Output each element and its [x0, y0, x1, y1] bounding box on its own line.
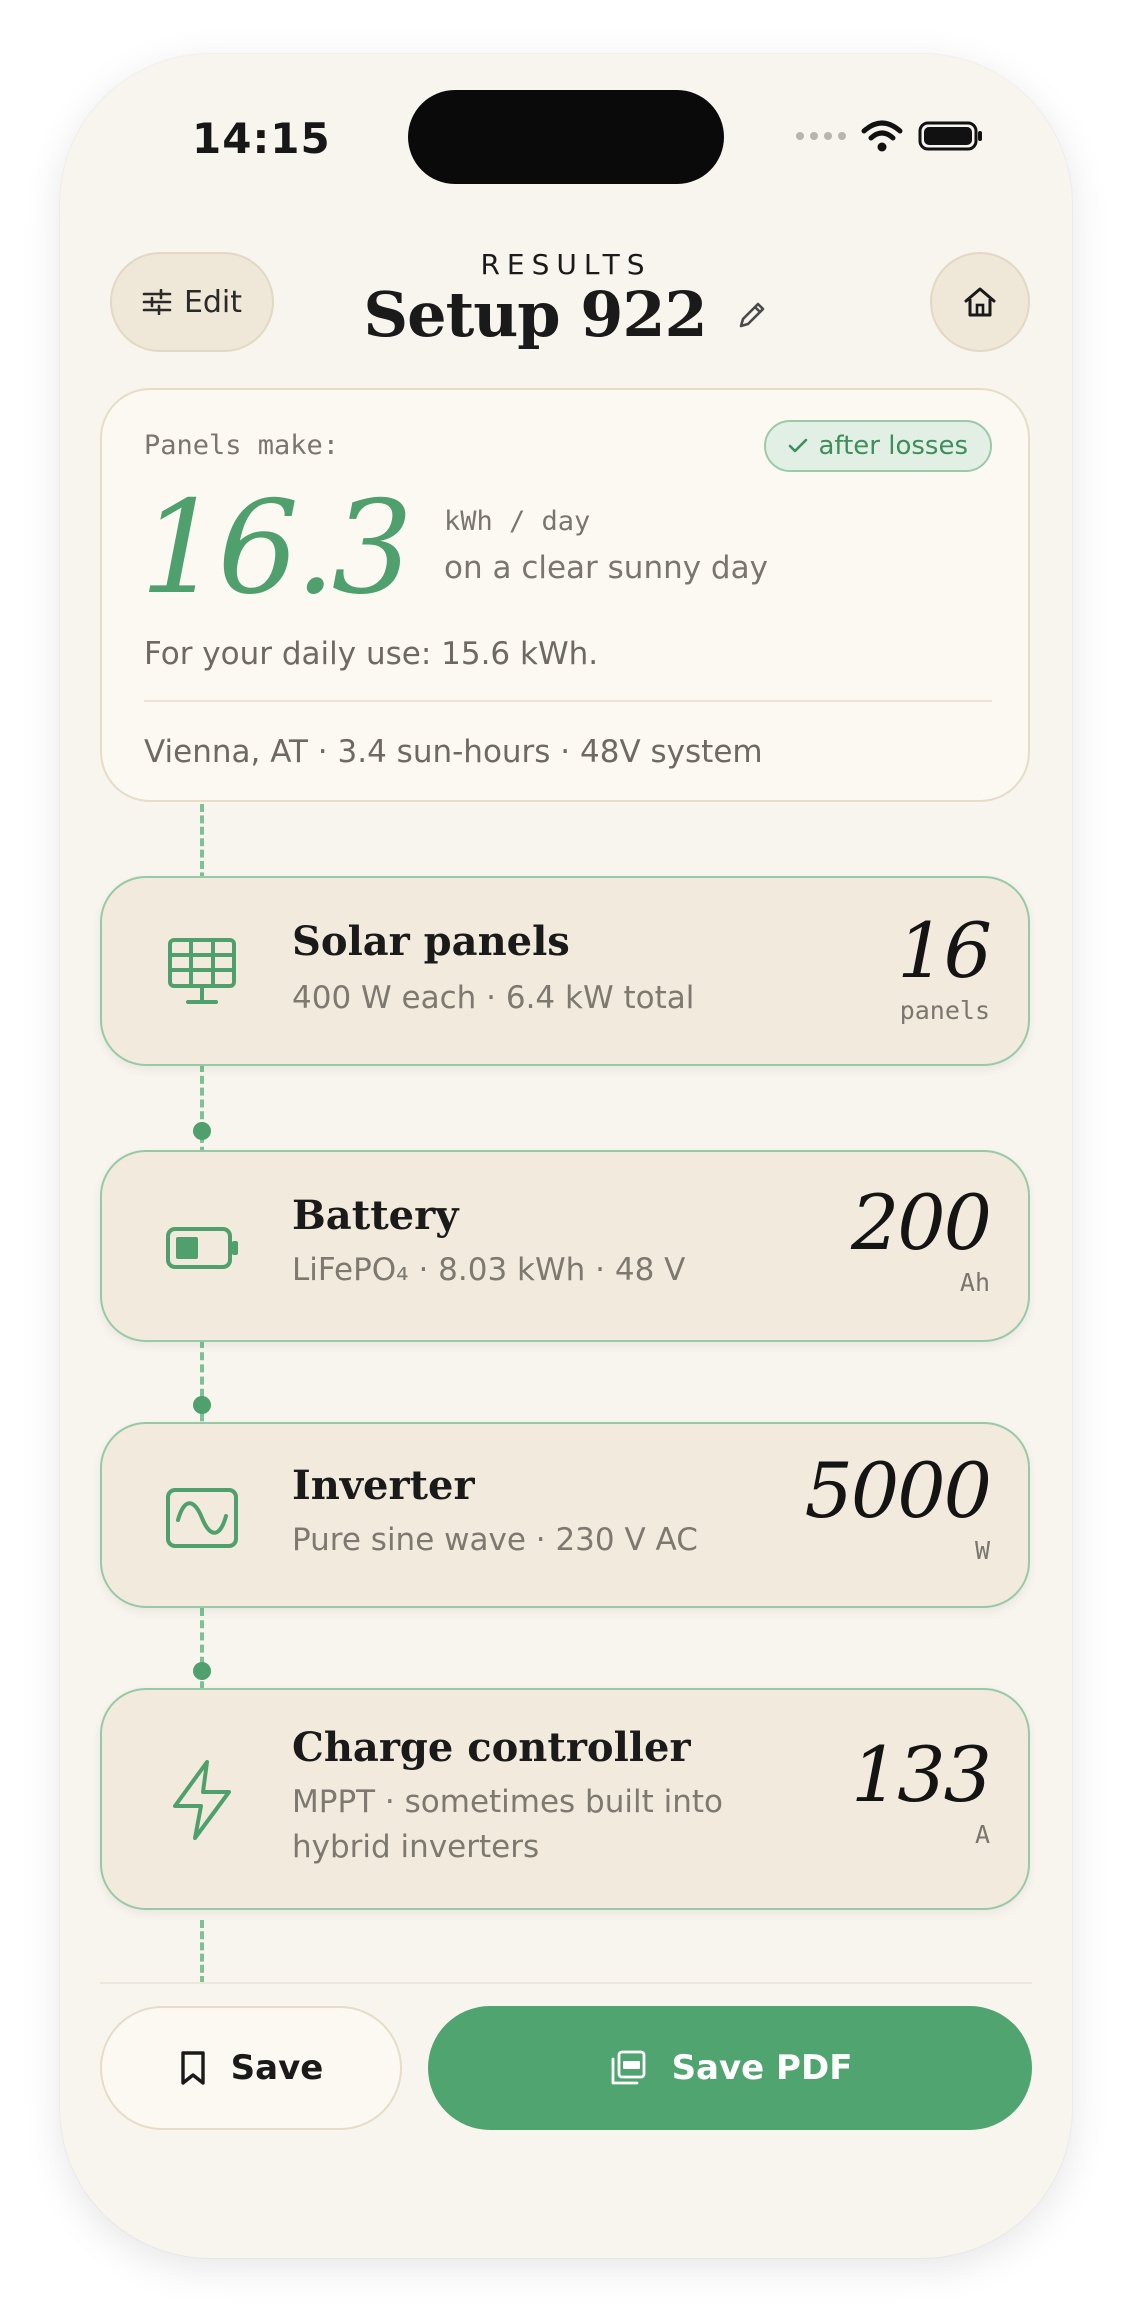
pdf-icon: [611, 2050, 645, 2085]
component-value: 133: [850, 1730, 992, 1819]
production-unit: kWh / day: [444, 506, 591, 537]
daily-production-value: 16.3: [140, 474, 413, 623]
check-icon: [789, 438, 808, 453]
flow-node: [193, 1662, 211, 1680]
production-summary-card: Panels make: after losses 16.3 kWh / day…: [100, 388, 1030, 802]
summary-label: Panels make:: [144, 430, 340, 461]
title-row: Setup 922: [60, 278, 1072, 351]
summary-divider: [144, 700, 992, 702]
component-card-inverter[interactable]: Inverter Pure sine wave · 230 V AC 5000 …: [100, 1422, 1030, 1608]
page-title: Setup 922: [363, 278, 707, 351]
save-pdf-button[interactable]: Save PDF: [428, 2006, 1032, 2130]
component-description: 400 W each · 6.4 kW total: [292, 980, 695, 1016]
component-unit: W: [974, 1536, 990, 1565]
phone-screen: 14:15 Edit RESULTS Setup 922 Panels make…: [60, 54, 1072, 2258]
after-losses-badge: after losses: [764, 420, 992, 472]
component-unit: A: [974, 1820, 990, 1849]
battery-status-icon: [918, 121, 982, 151]
flow-node: [193, 1396, 211, 1414]
component-title: Solar panels: [292, 918, 570, 965]
home-button[interactable]: [930, 252, 1030, 352]
lightning-icon: [162, 1760, 242, 1840]
home-icon: [964, 287, 996, 317]
save-pdf-label: Save PDF: [671, 2048, 853, 2088]
component-title: Charge controller: [292, 1724, 691, 1771]
pencil-icon[interactable]: [735, 298, 769, 332]
component-title: Inverter: [292, 1462, 475, 1509]
flow-connector: [200, 1920, 204, 1984]
component-description: LiFePO₄ · 8.03 kWh · 48 V: [292, 1252, 686, 1288]
component-card-solar-panels[interactable]: Solar panels 400 W each · 6.4 kW total 1…: [100, 876, 1030, 1066]
component-value: 5000: [804, 1446, 992, 1535]
flow-node: [193, 1122, 211, 1140]
component-card-battery[interactable]: Battery LiFePO₄ · 8.03 kWh · 48 V 200 Ah: [100, 1150, 1030, 1342]
component-unit: panels: [899, 996, 990, 1025]
status-icons: [796, 116, 984, 156]
daily-use-text: For your daily use: 15.6 kWh.: [144, 636, 599, 672]
cellular-signal-icon: [796, 132, 846, 140]
bottom-bar-divider: [100, 1982, 1032, 1984]
component-value: 16: [897, 906, 992, 995]
status-time: 14:15: [192, 114, 331, 163]
dynamic-island: [408, 90, 724, 184]
save-button[interactable]: Save: [100, 2006, 402, 2130]
save-label: Save: [230, 2048, 324, 2088]
location-line: Vienna, AT · 3.4 sun-hours · 48V system: [144, 734, 763, 770]
component-value: 200: [850, 1178, 992, 1267]
solar-panel-icon: [162, 932, 242, 1012]
component-description: MPPT · sometimes built into hybrid inver…: [292, 1784, 724, 1865]
wifi-icon: [861, 120, 903, 152]
component-title: Battery: [292, 1192, 459, 1239]
component-card-charge-controller[interactable]: Charge controller MPPT · sometimes built…: [100, 1688, 1030, 1910]
component-description: Pure sine wave · 230 V AC: [292, 1522, 698, 1558]
component-unit: Ah: [959, 1268, 990, 1297]
production-note: on a clear sunny day: [444, 550, 768, 586]
results-eyebrow: RESULTS: [480, 248, 652, 281]
sine-wave-icon: [162, 1478, 242, 1558]
badge-label: after losses: [818, 431, 968, 461]
bookmark-icon: [180, 2051, 205, 2085]
battery-icon: [162, 1208, 242, 1288]
